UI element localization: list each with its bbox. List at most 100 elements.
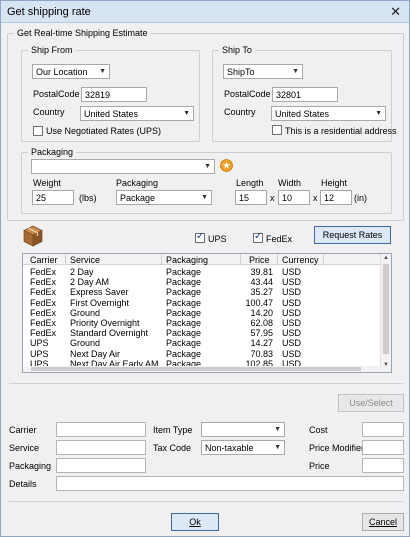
- cell-carrier: FedEx: [30, 318, 57, 328]
- table-row[interactable]: FedEx 2 Day AM Package 43.44 USD: [23, 277, 381, 287]
- dim-unit-label: (in): [354, 193, 367, 203]
- carrier-field[interactable]: [56, 422, 146, 437]
- weight-input[interactable]: 25: [32, 190, 74, 205]
- dropdown-arrow-icon: ▼: [204, 163, 211, 170]
- cell-packaging: Package: [166, 277, 202, 288]
- column-header-currency[interactable]: Currency: [282, 255, 319, 265]
- dropdown-arrow-icon: ▼: [292, 68, 299, 75]
- vertical-scrollbar[interactable]: ▲ ▼: [380, 254, 391, 372]
- table-row[interactable]: FedEx First Overnight Package 100.47 USD: [23, 298, 381, 308]
- ship-to-location-select[interactable]: ShipTo ▼: [223, 64, 303, 79]
- cost-field[interactable]: [362, 422, 404, 437]
- table-row[interactable]: FedEx Ground Package 14.20 USD: [23, 308, 381, 318]
- tax-code-value: Non-taxable: [205, 443, 254, 453]
- request-rates-button[interactable]: Request Rates: [314, 226, 391, 244]
- dropdown-arrow-icon: ▼: [99, 68, 106, 75]
- details-field[interactable]: [56, 476, 404, 491]
- ship-to-country-label: Country: [224, 107, 256, 117]
- cell-currency: USD: [282, 338, 302, 349]
- column-header-price[interactable]: Price: [249, 255, 270, 265]
- cell-carrier: FedEx: [30, 307, 57, 318]
- cell-packaging: Package: [166, 348, 202, 359]
- cell-currency: USD: [282, 348, 302, 359]
- table-row[interactable]: FedEx Priority Overnight Package 62.08 USD: [23, 318, 381, 328]
- column-separator: [277, 254, 278, 265]
- window-title: Get shipping rate: [7, 6, 91, 18]
- ship-from-postal-input[interactable]: 32819: [81, 87, 147, 102]
- weight-unit-label: (lbs): [79, 193, 97, 203]
- use-select-button[interactable]: Use/Select: [338, 394, 404, 412]
- cell-carrier: UPS: [30, 338, 49, 349]
- details-label: Details: [9, 479, 37, 489]
- ok-button[interactable]: Ok: [171, 513, 219, 531]
- ship-from-location-select[interactable]: Our Location ▼: [32, 64, 110, 79]
- scrollbar-thumb[interactable]: [383, 264, 389, 354]
- ship-from-country-value: United States: [84, 109, 139, 119]
- packaging-type-select[interactable]: Package ▼: [116, 190, 212, 205]
- times-sign: x: [313, 193, 318, 203]
- table-row[interactable]: FedEx Standard Overnight Package 57.95 USD: [23, 328, 381, 338]
- column-header-carrier[interactable]: Carrier: [30, 255, 58, 265]
- footer-divider: [9, 501, 403, 502]
- cell-service: Standard Overnight: [70, 328, 149, 339]
- cell-carrier: FedEx: [30, 328, 57, 339]
- ups-checkbox[interactable]: [195, 231, 205, 243]
- column-header-service[interactable]: Service: [70, 255, 100, 265]
- ship-to-country-select[interactable]: United States ▼: [271, 106, 386, 121]
- cell-service: Priority Overnight: [70, 318, 140, 328]
- width-input[interactable]: 10: [278, 190, 310, 205]
- cell-service: First Overnight: [70, 297, 130, 308]
- star-icon[interactable]: [220, 159, 233, 172]
- cell-price: 62.08: [250, 318, 273, 328]
- dropdown-arrow-icon: ▼: [183, 110, 190, 117]
- ship-from-country-select[interactable]: United States ▼: [80, 106, 194, 121]
- cell-currency: USD: [282, 318, 302, 328]
- cell-service: 2 Day: [70, 267, 94, 277]
- service-field[interactable]: [56, 440, 146, 455]
- fedex-checkbox[interactable]: [253, 231, 263, 243]
- column-separator: [323, 254, 324, 265]
- packaging-preset-select[interactable]: ▼: [31, 159, 215, 174]
- column-header-packaging[interactable]: Packaging: [166, 255, 208, 265]
- tax-code-select[interactable]: Non-taxable ▼: [201, 440, 285, 455]
- scroll-down-arrow-icon[interactable]: ▼: [383, 362, 389, 368]
- price-modifier-label: Price Modifier: [309, 443, 365, 453]
- table-row[interactable]: UPS Next Day Air Package 70.83 USD: [23, 349, 381, 359]
- packaging-group-label: Packaging: [28, 147, 77, 157]
- horizontal-scrollbar[interactable]: [23, 366, 381, 372]
- cell-price: 14.27: [250, 338, 273, 349]
- cell-currency: USD: [282, 277, 302, 288]
- dropdown-arrow-icon: ▼: [375, 110, 382, 117]
- price-modifier-field[interactable]: [362, 440, 404, 455]
- ship-to-location-value: ShipTo: [227, 67, 255, 77]
- packaging-field[interactable]: [56, 458, 146, 473]
- price-label: Price: [309, 461, 330, 471]
- cancel-button[interactable]: Cancel: [362, 513, 404, 531]
- table-row[interactable]: UPS Ground Package 14.27 USD: [23, 338, 381, 348]
- ship-from-country-label: Country: [33, 107, 65, 117]
- ship-from-location-value: Our Location: [36, 67, 88, 77]
- packaging-type-value: Package: [120, 193, 156, 203]
- scrollbar-thumb[interactable]: [31, 367, 361, 371]
- cell-carrier: FedEx: [30, 277, 57, 288]
- length-input[interactable]: 15: [235, 190, 267, 205]
- item-type-select[interactable]: ▼: [201, 422, 285, 437]
- ship-from-postal-label: PostalCode: [33, 89, 80, 99]
- negotiated-rates-checkbox[interactable]: [33, 126, 43, 136]
- cell-price: 70.83: [250, 348, 273, 359]
- price-field[interactable]: [362, 458, 404, 473]
- cell-packaging: Package: [166, 287, 202, 298]
- table-row[interactable]: FedEx 2 Day Package 39.81 USD: [23, 267, 381, 277]
- scroll-up-arrow-icon[interactable]: ▲: [383, 255, 389, 261]
- packaging-detail-label: Packaging: [9, 461, 52, 471]
- cell-currency: USD: [282, 297, 302, 308]
- close-icon[interactable]: ✕: [390, 4, 401, 20]
- residential-checkbox[interactable]: [272, 125, 282, 135]
- height-label: Height: [321, 178, 348, 188]
- cell-packaging: Package: [166, 318, 202, 328]
- height-input[interactable]: 12: [320, 190, 352, 205]
- table-row[interactable]: FedEx Express Saver Package 35.27 USD: [23, 287, 381, 297]
- ship-to-postal-input[interactable]: 32801: [272, 87, 338, 102]
- ship-to-label: Ship To: [219, 45, 255, 55]
- rates-table[interactable]: Carrier Service Packaging Price Currency…: [22, 253, 392, 373]
